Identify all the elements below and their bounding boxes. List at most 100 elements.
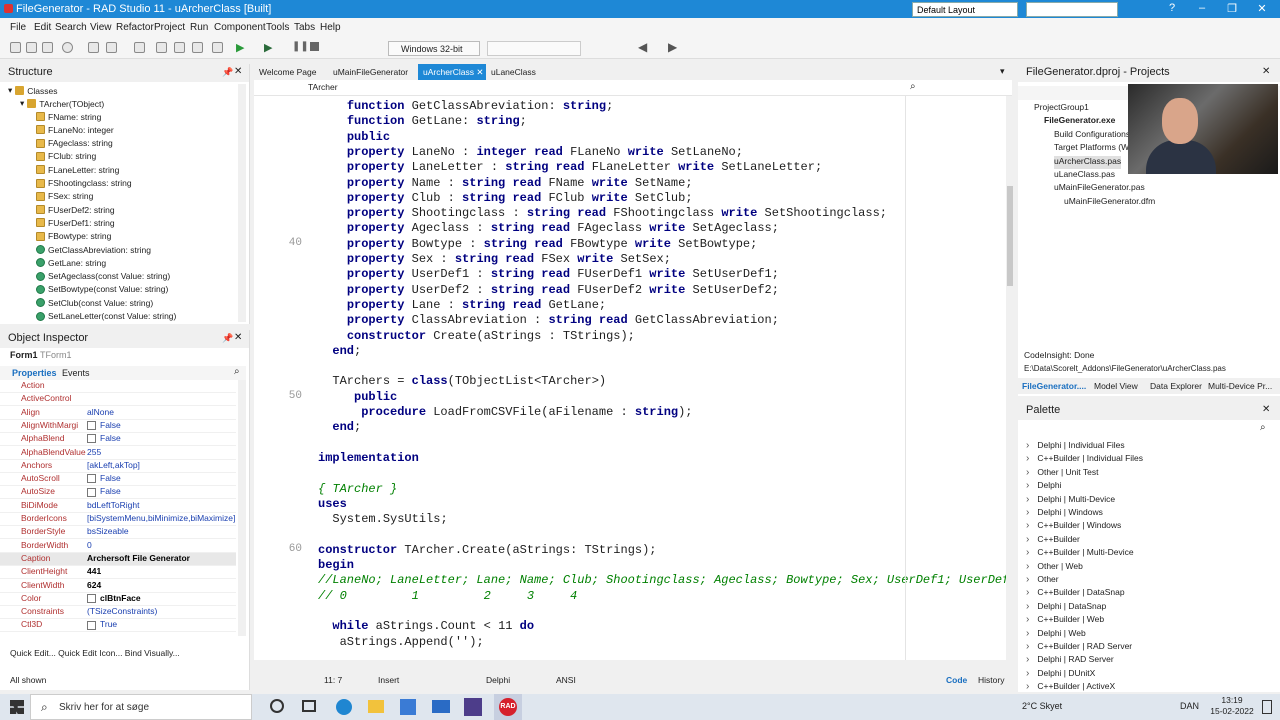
palette-category[interactable]: Delphi | Web <box>1026 628 1085 641</box>
tab-umainfilegenerator[interactable]: uMainFileGenerator <box>328 64 413 80</box>
projects-tab[interactable]: Data Explorer <box>1150 381 1202 391</box>
pin-icon[interactable]: 📌 <box>222 67 233 78</box>
oi-property-row[interactable]: AlphaBlendValue 255 <box>0 447 236 460</box>
palette-category[interactable]: Delphi | Multi-Device <box>1026 494 1115 507</box>
oi-property-value[interactable]: (TSizeConstraints) <box>87 606 157 616</box>
tree-class[interactable]: ▾ TArcher(TObject) <box>20 97 104 110</box>
clock-date[interactable]: 15-02-2022 <box>1206 706 1258 716</box>
tab-list-icon[interactable]: ▾ <box>1000 66 1005 77</box>
project-item[interactable]: FileGenerator.exe <box>1044 115 1115 128</box>
notifications-icon[interactable] <box>1262 700 1272 714</box>
palette-category[interactable]: Delphi | RAD Server <box>1026 654 1113 667</box>
structure-item[interactable]: GetLane: string <box>36 256 106 269</box>
language-select[interactable]: Delphi <box>486 675 510 685</box>
code-editor[interactable]: 40 50 60 function GetClassAbreviation: str… <box>254 96 1006 660</box>
palette-category[interactable]: C++Builder | ActiveX <box>1026 681 1115 694</box>
edge-icon[interactable] <box>336 699 352 715</box>
oi-property-row[interactable]: ClientHeight 441 <box>0 566 236 580</box>
project-item[interactable]: ProjectGroup1 <box>1034 102 1089 115</box>
palette-category[interactable]: Other | Web <box>1026 561 1083 574</box>
checkbox-icon[interactable] <box>87 620 96 630</box>
palette-category[interactable]: Other <box>1026 574 1058 587</box>
form-icon[interactable] <box>174 42 185 53</box>
ide-search-input[interactable] <box>1026 2 1118 17</box>
remove-icon[interactable] <box>62 42 73 53</box>
help-icon[interactable]: ? <box>1162 2 1182 14</box>
menu-view[interactable]: View <box>90 22 112 33</box>
insert-mode[interactable]: Insert <box>378 675 399 685</box>
save-icon[interactable] <box>42 42 53 53</box>
oi-property-value[interactable]: [biSystemMenu,biMinimize,biMaximize] <box>87 513 235 523</box>
tab-welcome[interactable]: Welcome Page <box>254 64 321 80</box>
structure-item[interactable]: FName: string <box>36 110 101 123</box>
menu-tools[interactable]: Tools <box>266 22 289 33</box>
structure-item[interactable]: FLaneLetter: string <box>36 163 119 176</box>
weather[interactable]: 2°C Skyet <box>1022 701 1062 711</box>
palette-category[interactable]: Delphi | DUnitX <box>1026 668 1095 681</box>
palette-category[interactable]: C++Builder | RAD Server <box>1026 641 1132 654</box>
oi-property-row[interactable]: AutoScroll False <box>0 473 236 487</box>
project-item[interactable]: Build Configurations ( <box>1054 129 1135 142</box>
back-icon[interactable]: ◀ <box>638 40 647 54</box>
checkbox-icon[interactable] <box>87 594 96 604</box>
menu-search[interactable]: Search <box>55 22 87 33</box>
editor-vscrollbar[interactable] <box>1006 96 1014 662</box>
tab-events[interactable]: Events <box>62 368 90 378</box>
oi-property-value[interactable]: False <box>87 420 121 431</box>
menu-file[interactable]: File <box>10 22 26 33</box>
search-icon[interactable]: ⌕ <box>234 366 240 377</box>
oi-property-value[interactable]: 624 <box>87 580 101 590</box>
oi-property-row[interactable]: BorderStyle bsSizeable <box>0 526 236 540</box>
close-button[interactable]: ✕ <box>1252 2 1272 15</box>
menu-edit[interactable]: Edit <box>34 22 51 33</box>
menu-help[interactable]: Help <box>320 22 341 33</box>
checkbox-icon[interactable] <box>87 487 96 497</box>
tab-history[interactable]: History <box>978 675 1004 685</box>
run-without-debug-icon[interactable]: ▶ <box>264 41 272 54</box>
palette-category[interactable]: C++Builder | Web <box>1026 614 1104 627</box>
oi-property-value[interactable]: False <box>87 486 121 497</box>
new-icon[interactable] <box>10 42 21 53</box>
projects-tab[interactable]: Model View <box>1094 381 1138 391</box>
project-item[interactable]: uMainFileGenerator.pas <box>1054 182 1145 195</box>
oi-property-value[interactable]: alNone <box>87 407 114 417</box>
oi-property-row[interactable]: ClientWidth 624 <box>0 580 236 593</box>
run-icon[interactable]: ▶ <box>236 41 244 54</box>
minimize-button[interactable]: – <box>1192 2 1212 14</box>
editor-hscrollbar[interactable] <box>254 662 1006 670</box>
menu-project[interactable]: Project <box>154 22 185 33</box>
structure-item[interactable]: SetLaneLetter(const Value: string) <box>36 310 176 323</box>
checkbox-icon[interactable] <box>87 474 96 484</box>
oi-property-value[interactable]: bsSizeable <box>87 526 129 536</box>
tree-root[interactable]: ▾ Classes <box>8 84 58 97</box>
oi-property-value[interactable]: 0 <box>87 540 92 550</box>
oi-property-row[interactable]: Anchors [akLeft,akTop] <box>0 460 236 473</box>
rad-studio-taskbar-button[interactable]: RAD <box>494 694 522 720</box>
structure-item[interactable]: FAgeclass: string <box>36 137 113 150</box>
open-project-icon[interactable] <box>88 42 99 53</box>
palette-category[interactable]: Delphi | Individual Files <box>1026 440 1124 453</box>
component-name[interactable]: Form1 <box>10 350 38 360</box>
structure-item[interactable]: SetBowtype(const Value: string) <box>36 283 168 296</box>
oi-property-value[interactable]: bdLeftToRight <box>87 500 139 510</box>
pause-icon[interactable]: ❚❚ <box>292 41 309 52</box>
close-tab-icon[interactable]: ✕ <box>476 67 483 77</box>
project-item[interactable]: uMainFileGenerator.dfm <box>1064 196 1155 209</box>
oi-property-value[interactable]: False <box>87 433 121 444</box>
file-explorer-icon[interactable] <box>368 700 384 713</box>
palette-category[interactable]: C++Builder <box>1026 534 1080 547</box>
palette-category[interactable]: C++Builder | DataSnap <box>1026 587 1124 600</box>
oi-property-value[interactable]: 255 <box>87 447 101 457</box>
oi-property-row[interactable]: BiDiMode bdLeftToRight <box>0 500 236 513</box>
oi-property-row[interactable]: AutoSize False <box>0 486 236 500</box>
structure-item[interactable]: FUserDef2: string <box>36 203 115 216</box>
tab-uarcherclass[interactable]: uArcherClass ✕ <box>418 64 486 80</box>
menu-refactor[interactable]: Refactor <box>116 22 154 33</box>
platform-select[interactable]: Windows 32-bit <box>388 41 480 56</box>
pin-icon[interactable]: 📌 <box>222 333 233 344</box>
app-icon[interactable] <box>464 698 482 716</box>
palette-category[interactable]: Delphi | DataSnap <box>1026 601 1106 614</box>
oi-property-row[interactable]: ActiveControl <box>0 393 236 407</box>
task-view-icon[interactable] <box>302 700 316 712</box>
store-icon[interactable] <box>400 699 416 715</box>
